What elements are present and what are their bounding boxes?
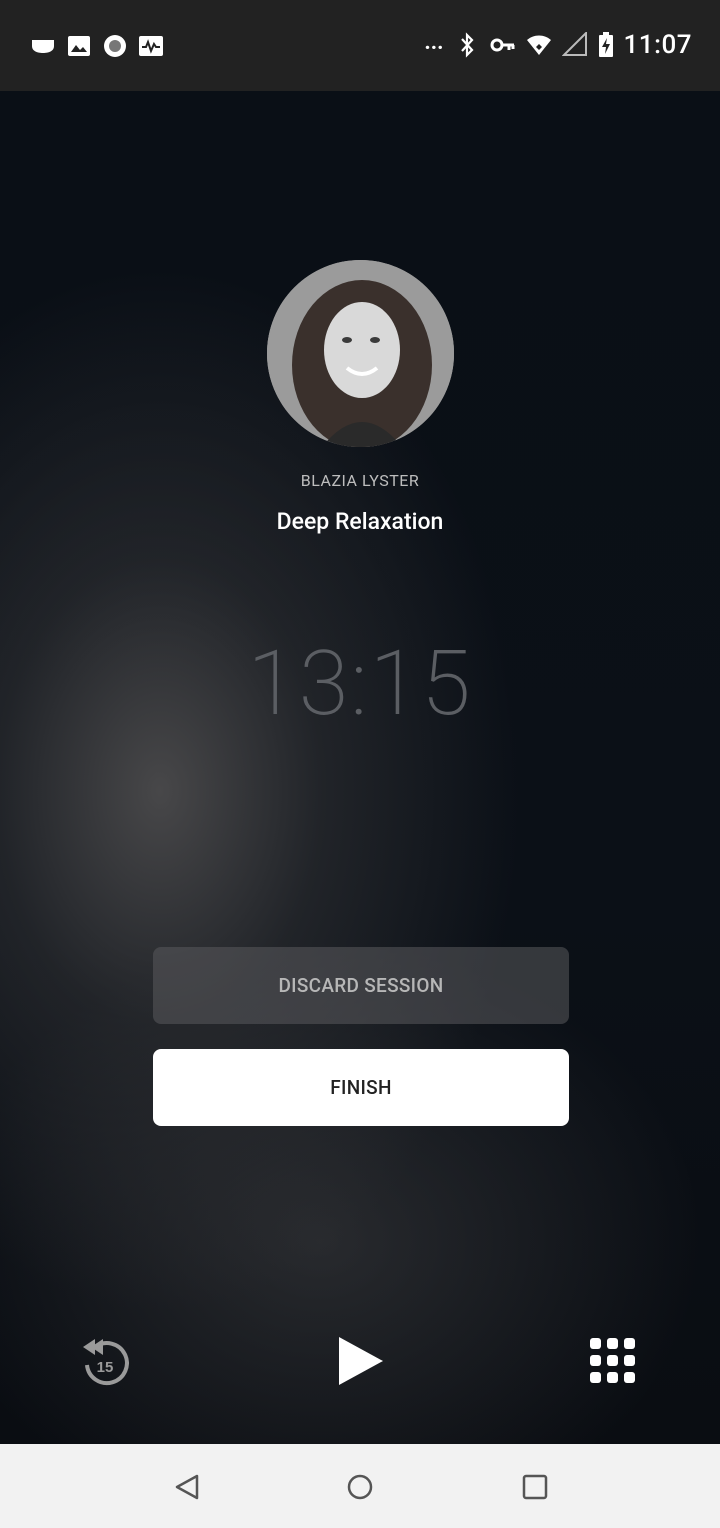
discard-session-button[interactable]: DISCARD SESSION (153, 947, 569, 1024)
record-icon (102, 33, 128, 59)
status-bar: ... 11:07 (0, 0, 720, 91)
session-screen: BLAZIA LYSTER Deep Relaxation 13:15 DISC… (0, 91, 720, 1444)
play-button[interactable] (333, 1331, 387, 1391)
play-icon (339, 1337, 383, 1385)
finish-button[interactable]: FINISH (153, 1049, 569, 1126)
more-notifications-indicator: ... (424, 30, 444, 55)
status-right-icons: ... 11:07 (424, 30, 692, 60)
recent-apps-button[interactable] (518, 1470, 552, 1504)
status-left-icons (30, 33, 164, 59)
wifi-icon (526, 32, 552, 58)
bluetooth-icon (454, 32, 480, 58)
signal-icon (561, 30, 588, 58)
grid-menu-button[interactable] (586, 1331, 640, 1391)
rewind-seconds: 15 (97, 1359, 114, 1376)
rewind-15-button[interactable]: 15 (78, 1331, 132, 1391)
app-icon (30, 33, 56, 59)
back-icon (175, 1474, 199, 1500)
back-button[interactable] (170, 1470, 204, 1504)
rewind-icon: 15 (83, 1339, 129, 1386)
teacher-avatar (267, 260, 454, 447)
session-timer: 13:15 (247, 631, 473, 736)
home-icon (347, 1474, 373, 1500)
home-button[interactable] (343, 1470, 377, 1504)
system-nav-bar (0, 1444, 720, 1528)
image-icon (66, 33, 92, 59)
vpn-key-icon (490, 32, 516, 58)
battery-charging-icon (598, 32, 614, 58)
teacher-name: BLAZIA LYSTER (300, 471, 420, 490)
recent-apps-icon (522, 1474, 548, 1500)
session-title: Deep Relaxation (276, 508, 444, 535)
playback-controls: 15 (0, 1331, 720, 1401)
status-time: 11:07 (623, 30, 692, 60)
grid-icon (590, 1338, 635, 1383)
activity-icon (138, 33, 164, 59)
